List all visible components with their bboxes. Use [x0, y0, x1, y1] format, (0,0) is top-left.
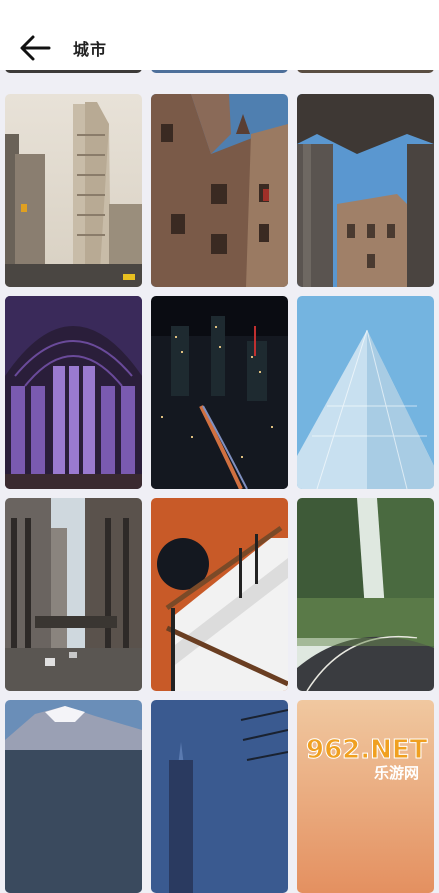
photo-tile-glass-pyramid[interactable] — [297, 296, 434, 489]
photo-tile-castle[interactable] — [151, 94, 288, 287]
photo-tile-sunset[interactable] — [297, 700, 434, 893]
photo-tile-night-city[interactable] — [151, 296, 288, 489]
photo-tile-street[interactable] — [5, 498, 142, 691]
photo-tile-chapel[interactable] — [5, 296, 142, 489]
photo-tile-dusk-tower[interactable] — [151, 700, 288, 893]
photo-tile-stone-tower[interactable] — [297, 94, 434, 287]
arrow-left-icon — [20, 35, 51, 61]
photo-grid — [0, 0, 439, 893]
back-button[interactable] — [12, 28, 58, 68]
photo-tile-flatiron[interactable] — [5, 94, 142, 287]
photo-tile-mountain[interactable] — [5, 700, 142, 893]
photo-tile-staircase[interactable] — [151, 498, 288, 691]
app-header: 城市 — [0, 0, 439, 70]
page-title: 城市 — [73, 40, 108, 59]
photo-tile-forest-road[interactable] — [297, 498, 434, 691]
